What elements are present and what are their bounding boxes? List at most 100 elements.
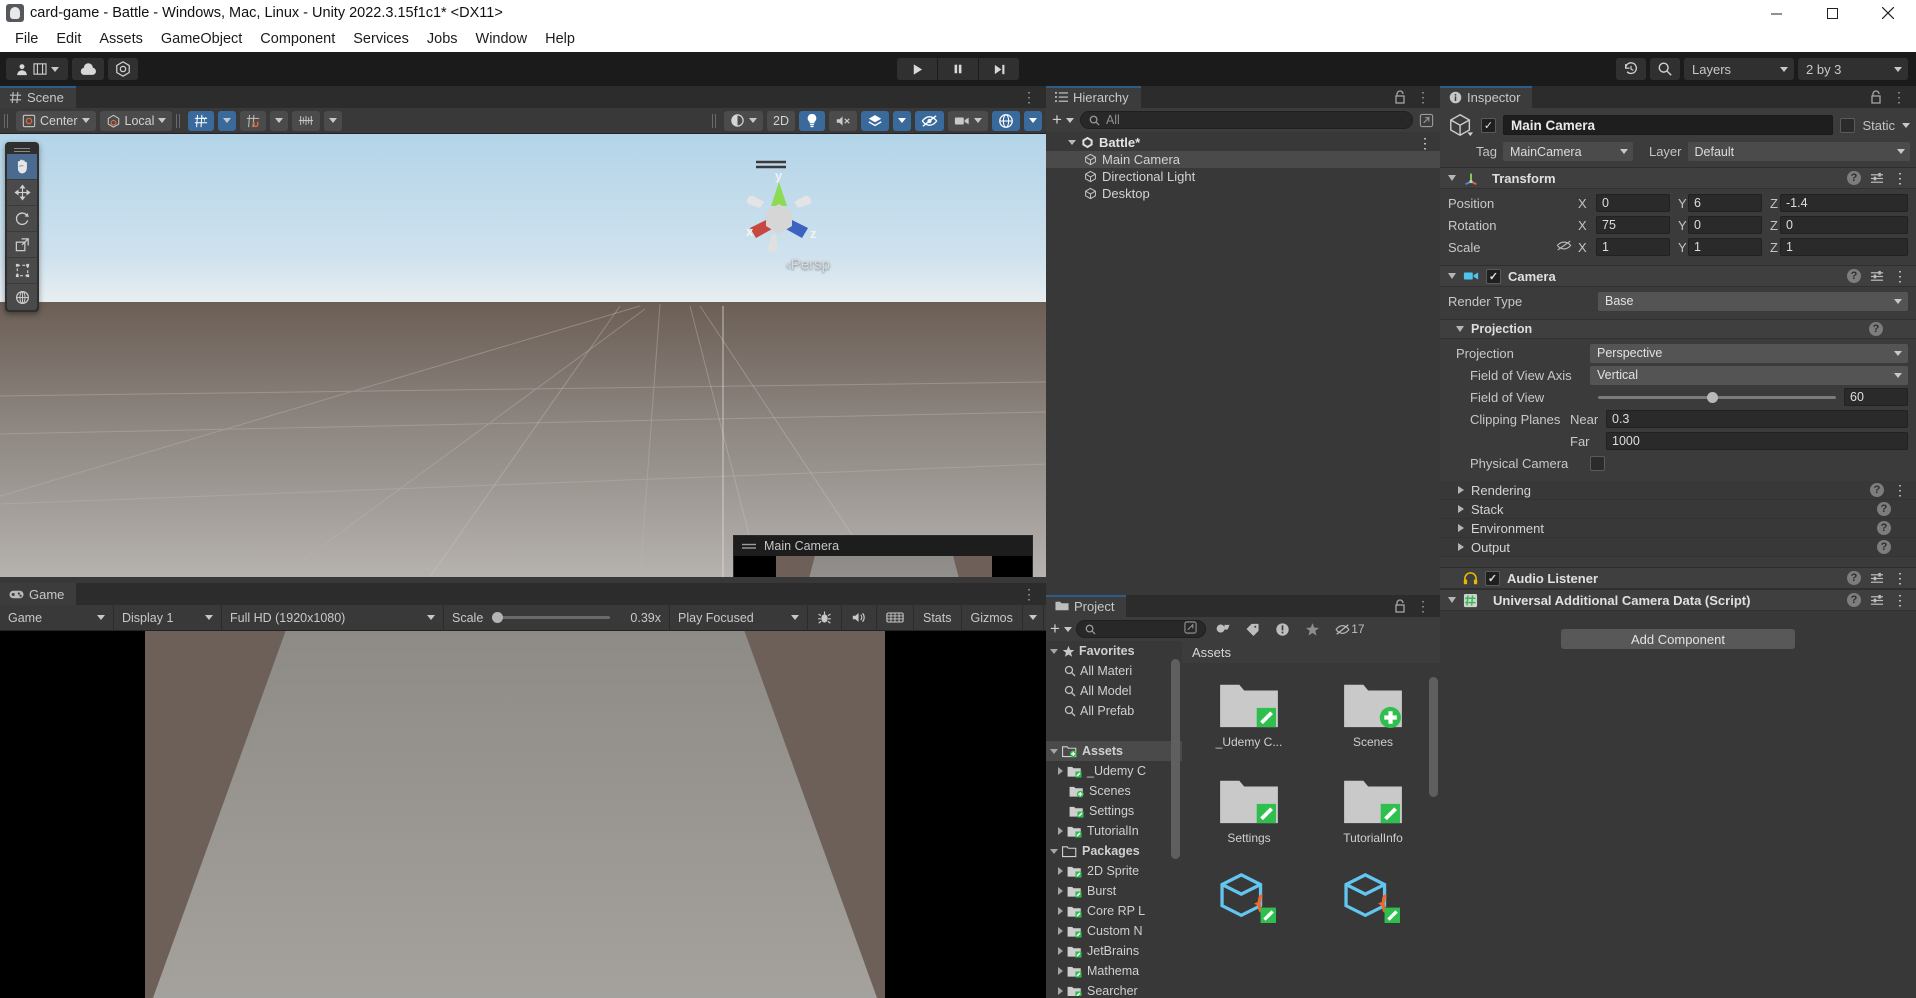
component-menu-icon[interactable]: ⋮: [1893, 571, 1907, 585]
preset-icon[interactable]: [1870, 594, 1884, 607]
pause-button[interactable]: [938, 58, 978, 80]
add-component-button[interactable]: Add Component: [1561, 629, 1795, 649]
filter-warning-button[interactable]: [1270, 619, 1296, 639]
environment-section[interactable]: Environment ?: [1440, 519, 1916, 538]
menu-assets[interactable]: Assets: [90, 29, 152, 49]
toolbar-grip-3[interactable]: [712, 113, 720, 128]
scene-gizmos-button[interactable]: [992, 110, 1020, 131]
help-icon[interactable]: ?: [1847, 171, 1861, 185]
menu-edit[interactable]: Edit: [47, 29, 90, 49]
close-button[interactable]: [1860, 0, 1916, 26]
tree-item-assets[interactable]: Assets: [1046, 741, 1182, 761]
tab-inspector[interactable]: Inspector: [1440, 86, 1533, 108]
camera-component-header[interactable]: ✓ Camera ? ⋮: [1440, 265, 1916, 287]
hand-tool[interactable]: [7, 154, 37, 180]
chevron-right-icon[interactable]: [1058, 947, 1063, 955]
game-menu-icon[interactable]: ⋮: [1022, 587, 1036, 601]
fov-slider-knob[interactable]: [1707, 391, 1719, 403]
projection-group-header[interactable]: Projection ?: [1440, 319, 1916, 339]
position-z-input[interactable]: -1.4: [1780, 194, 1908, 212]
hierarchy-item-desktop[interactable]: Desktop: [1046, 185, 1440, 202]
scene-fx-dropdown[interactable]: [893, 110, 911, 131]
chevron-right-icon[interactable]: [1058, 987, 1063, 995]
gameobject-enabled-checkbox[interactable]: ✓: [1481, 117, 1496, 133]
near-input[interactable]: 0.3: [1606, 410, 1908, 428]
tree-item-udemy[interactable]: _Udemy C: [1046, 761, 1182, 781]
chevron-down-icon[interactable]: [1448, 175, 1456, 181]
menu-gameobject[interactable]: GameObject: [152, 29, 251, 49]
project-tree-scrollbar[interactable]: [1171, 645, 1180, 945]
chevron-down-icon[interactable]: [1068, 140, 1076, 145]
far-input[interactable]: 1000: [1606, 432, 1908, 450]
output-section[interactable]: Output ?: [1440, 538, 1916, 557]
search-button[interactable]: [1650, 58, 1680, 80]
chevron-down-icon[interactable]: [1448, 597, 1456, 603]
tree-item-corerp[interactable]: Core RP L: [1046, 901, 1182, 921]
position-y-input[interactable]: 6: [1688, 194, 1762, 212]
game-viewport[interactable]: [0, 631, 1046, 998]
menu-services[interactable]: Services: [344, 29, 418, 49]
tree-item-all-materials[interactable]: All Materi: [1046, 661, 1182, 681]
rotation-y-input[interactable]: 0: [1688, 216, 1762, 234]
grid-axis-button[interactable]: Y: [188, 110, 215, 131]
scene-visibility-button[interactable]: [915, 110, 944, 131]
fov-value-input[interactable]: 60: [1844, 388, 1908, 406]
snap-magnet-button[interactable]: [240, 110, 267, 131]
toolbar-grip[interactable]: [4, 113, 12, 128]
menu-file[interactable]: File: [6, 29, 47, 49]
filter-label-button[interactable]: [1240, 619, 1266, 639]
gizmos-dropdown[interactable]: [1023, 604, 1044, 631]
scene-camera-button[interactable]: [948, 110, 988, 131]
fov-slider[interactable]: [1598, 391, 1836, 403]
asset-item-settings[interactable]: Settings: [1196, 775, 1302, 871]
scrollbar-thumb[interactable]: [1429, 677, 1438, 797]
hidden-count-button[interactable]: 17: [1330, 619, 1370, 639]
chevron-right-icon[interactable]: [1458, 543, 1464, 551]
tree-item-all-models[interactable]: All Model: [1046, 681, 1182, 701]
layers-dropdown[interactable]: Layers: [1684, 58, 1794, 80]
tab-scene[interactable]: Scene: [0, 86, 76, 108]
tree-item-favorites[interactable]: Favorites: [1046, 641, 1182, 661]
lock-icon[interactable]: [1394, 90, 1406, 104]
asset-item-package-2[interactable]: [1320, 871, 1426, 967]
component-menu-icon[interactable]: ⋮: [1893, 593, 1907, 607]
display-dropdown[interactable]: Display 1: [114, 604, 222, 631]
scale-slider-group[interactable]: Scale 0.39x: [444, 604, 670, 631]
toolbar-grip-2[interactable]: [176, 113, 184, 128]
gameobject-name-input[interactable]: Main Camera: [1503, 115, 1834, 135]
help-icon[interactable]: ?: [1847, 269, 1861, 283]
cloud-button[interactable]: [72, 58, 104, 80]
chevron-right-icon[interactable]: [1058, 967, 1063, 975]
frame-debugger-button[interactable]: [877, 604, 914, 631]
chevron-right-icon[interactable]: [1458, 505, 1464, 513]
hierarchy-expand-icon[interactable]: [1419, 113, 1434, 128]
tree-item-searcher[interactable]: Searcher: [1046, 981, 1182, 996]
preset-icon[interactable]: [1870, 172, 1884, 185]
asset-grid-scrollbar[interactable]: [1429, 667, 1438, 987]
filter-type-button[interactable]: [1210, 619, 1236, 639]
tab-game[interactable]: Game: [0, 583, 77, 605]
chevron-right-icon[interactable]: [1458, 486, 1464, 494]
component-menu-icon[interactable]: ⋮: [1893, 171, 1907, 185]
layer-dropdown[interactable]: Default: [1687, 142, 1910, 161]
ruler-button[interactable]: [292, 110, 321, 131]
preset-icon[interactable]: [1870, 270, 1884, 283]
scene-projection-label[interactable]: ‹Persp: [786, 256, 830, 273]
rotation-z-input[interactable]: 0: [1780, 216, 1908, 234]
tree-item-2dsprite[interactable]: 2D Sprite: [1046, 861, 1182, 881]
section-menu-icon[interactable]: ⋮: [1893, 483, 1907, 497]
rotation-x-input[interactable]: 75: [1596, 216, 1670, 234]
lock-icon[interactable]: [1870, 90, 1882, 104]
project-search-input[interactable]: [1075, 620, 1206, 638]
chevron-down-icon[interactable]: [1050, 648, 1058, 654]
position-x-input[interactable]: 0: [1596, 194, 1670, 212]
resolution-dropdown[interactable]: Full HD (1920x1080): [222, 604, 444, 631]
tree-item-scenes[interactable]: Scenes: [1046, 781, 1182, 801]
help-icon[interactable]: ?: [1877, 502, 1891, 516]
scene-audio-button[interactable]: [829, 110, 857, 131]
asset-item-udemy[interactable]: _Udemy C...: [1196, 679, 1302, 775]
services-button[interactable]: [108, 58, 138, 80]
draw-mode-button[interactable]: [724, 110, 764, 131]
menu-window[interactable]: Window: [467, 29, 537, 49]
filter-favorite-button[interactable]: [1300, 619, 1326, 639]
